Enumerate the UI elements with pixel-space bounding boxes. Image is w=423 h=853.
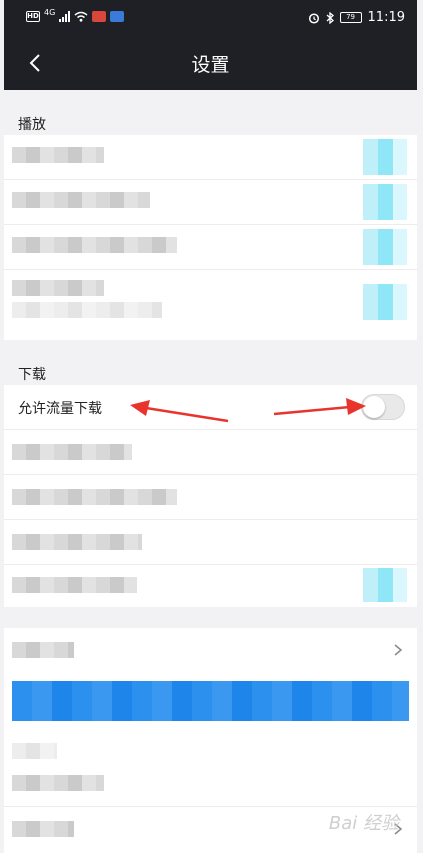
allow-cellular-download-label: 允许流量下载 [18,401,102,417]
watermark: Bai 经验 [328,813,399,834]
list-item[interactable] [4,735,417,763]
redacted-text [12,489,177,505]
annotation-arrow-left-icon [130,400,229,423]
redacted-text [12,192,150,208]
redacted-text [12,577,137,593]
list-item[interactable] [4,135,417,180]
redacted-text [12,534,142,550]
redacted-text [12,280,104,296]
redacted-toggle[interactable] [363,184,407,220]
list-item[interactable] [4,565,417,607]
redacted-text [12,147,104,163]
redacted-text [12,444,132,460]
redacted-subtext [12,302,162,318]
bluetooth-icon [326,11,334,24]
app-notification-icon [92,11,107,22]
app-frame: HD 4G 79 11:19 设置 播放 下载 允许流量下载 Bai 经验 [4,0,417,853]
wifi-icon [74,11,88,22]
signal-icon [59,11,71,22]
play-settings-card [4,135,417,340]
chevron-right-icon [394,644,403,656]
list-item[interactable] [4,225,417,270]
section-label-download: 下载 [18,367,46,383]
network-type: 4G [44,8,56,17]
battery-icon: 79 [339,12,362,23]
section-label-play: 播放 [18,117,46,133]
redacted-toggle[interactable] [363,229,407,265]
list-item[interactable] [4,430,417,475]
list-item[interactable] [4,520,417,565]
list-item[interactable] [4,270,417,340]
redacted-toggle[interactable] [363,284,407,320]
top-app-bar: 设置 [4,36,417,90]
page-title: 设置 [191,54,230,76]
redacted-text [12,775,104,791]
redacted-text [12,821,74,837]
redacted-toggle[interactable] [363,568,407,602]
annotation-arrow-right-icon [273,398,366,416]
redacted-text [12,743,57,759]
alarm-icon [308,12,319,24]
list-item[interactable] [4,763,417,807]
redacted-text [12,642,74,658]
redacted-toggle[interactable] [363,139,407,175]
browser-notification-icon [110,11,125,22]
list-item[interactable] [4,180,417,225]
status-left: HD 4G [26,8,125,22]
list-item[interactable] [4,475,417,520]
other-settings-card-lower [4,735,417,853]
redacted-text [12,237,177,253]
clock: 11:19 [367,10,405,25]
status-bar: HD 4G 79 11:19 [4,0,417,36]
list-item[interactable] [4,628,417,672]
hd-icon: HD [26,11,40,22]
status-right: 79 11:19 [308,10,405,25]
redacted-highlight-bar [12,681,409,721]
